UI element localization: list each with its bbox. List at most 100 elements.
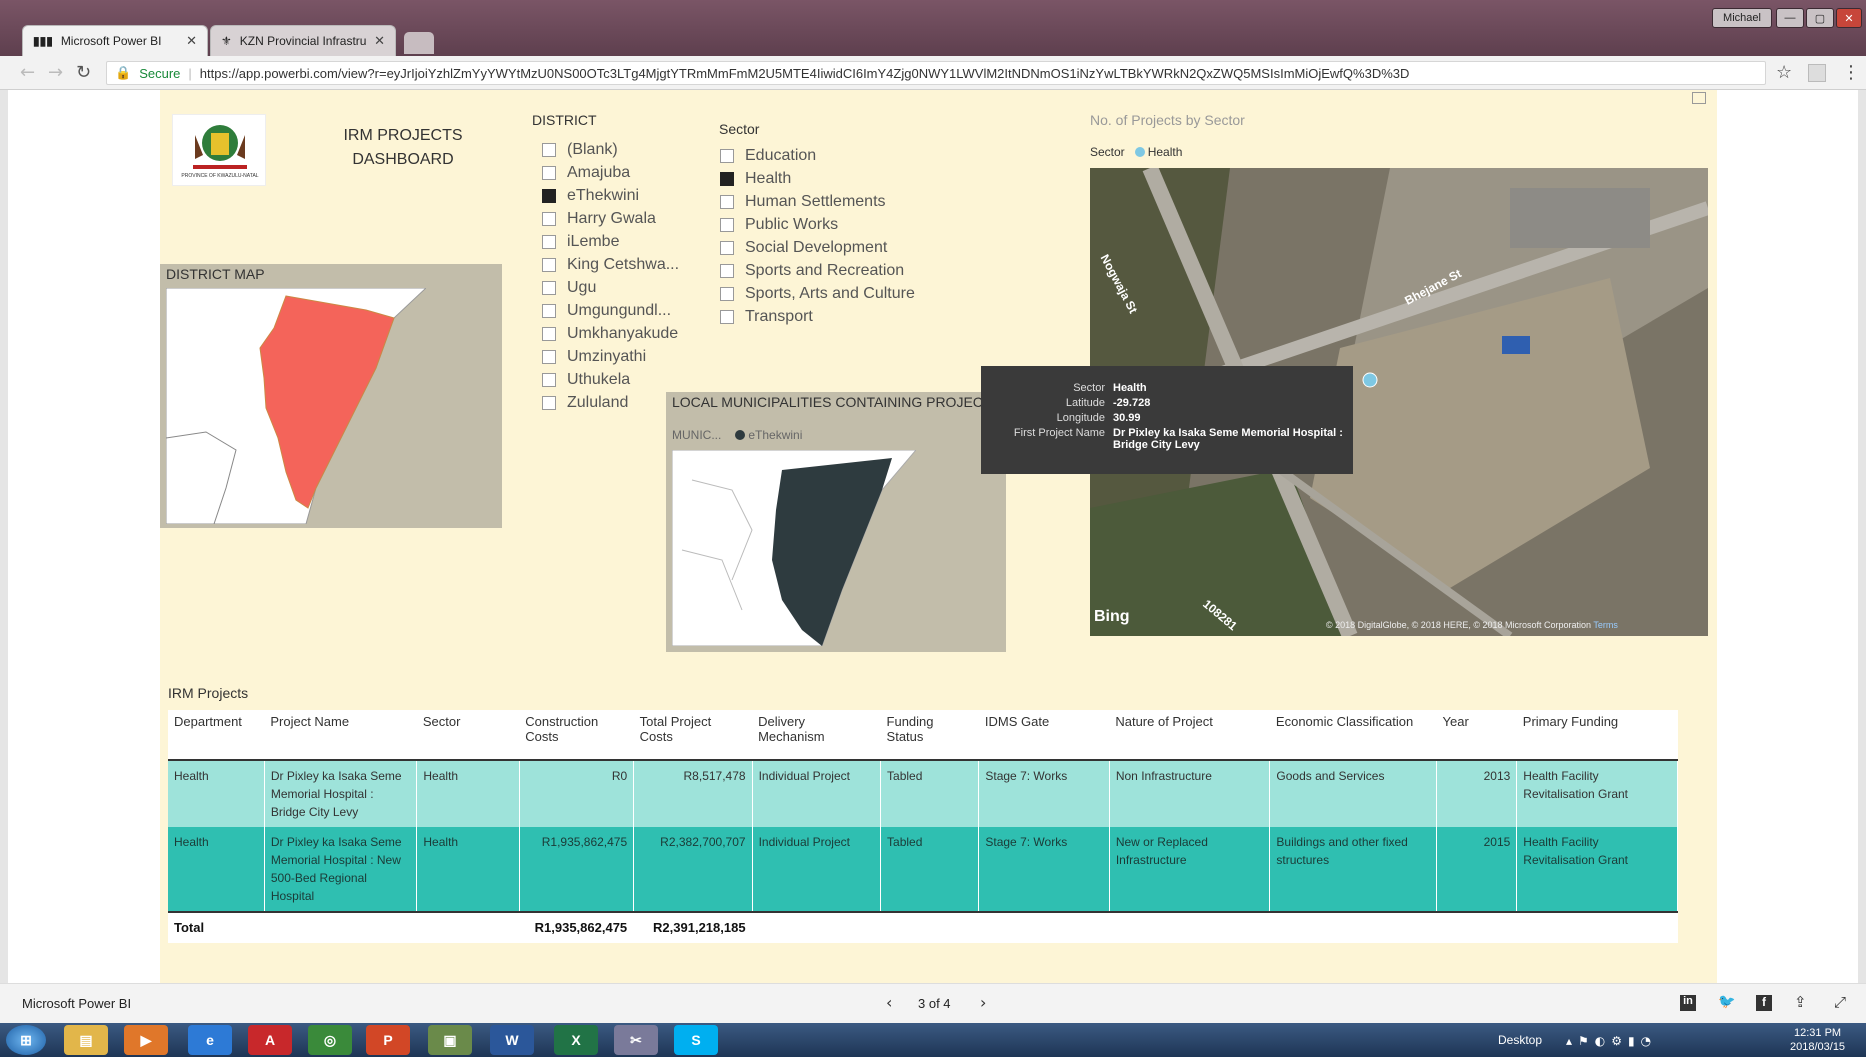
checkbox-icon[interactable]: [542, 165, 556, 180]
star-icon[interactable]: ☆: [1776, 62, 1792, 83]
focus-mode-icon[interactable]: [1692, 92, 1706, 104]
chrome-icon[interactable]: ◎: [308, 1025, 352, 1055]
tab-power-bi[interactable]: ▮▮▮ Microsoft Power BI ✕: [22, 25, 208, 56]
column-header[interactable]: Funding Status: [880, 710, 979, 761]
slicer-option-label: eThekwini: [567, 186, 640, 204]
checkbox-icon[interactable]: [542, 142, 556, 157]
word-icon[interactable]: W: [490, 1025, 534, 1055]
column-header[interactable]: Year: [1436, 710, 1517, 761]
checkbox-icon[interactable]: [720, 240, 734, 255]
checkbox-icon[interactable]: [720, 263, 734, 278]
close-icon[interactable]: ✕: [374, 33, 385, 49]
app-icon[interactable]: ▣: [428, 1025, 472, 1055]
checkbox-icon[interactable]: [720, 148, 734, 163]
checkbox-icon[interactable]: [542, 395, 556, 410]
column-header[interactable]: Nature of Project: [1109, 710, 1270, 761]
slicer-option[interactable]: Harry Gwala: [542, 207, 679, 230]
checkbox-icon[interactable]: [542, 211, 556, 226]
user-badge[interactable]: Michael: [1712, 8, 1772, 28]
column-header[interactable]: Delivery Mechanism: [752, 710, 881, 761]
municipality-map[interactable]: [672, 450, 916, 646]
slicer-option[interactable]: (Blank): [542, 138, 679, 161]
table-row[interactable]: Health Dr Pixley ka Isaka Seme Memorial H…: [168, 760, 1678, 827]
next-page-icon[interactable]: ›: [980, 993, 986, 1012]
menu-icon[interactable]: ⋮: [1842, 62, 1860, 83]
tab-kzn[interactable]: ⚜ KZN Provincial Infrastruc ✕: [210, 25, 396, 56]
checkbox-icon[interactable]: [720, 309, 734, 324]
district-map-visual[interactable]: DISTRICT MAP: [160, 264, 502, 528]
slicer-option[interactable]: Ugu: [542, 276, 679, 299]
slicer-option[interactable]: Amajuba: [542, 161, 679, 184]
slicer-option[interactable]: Zululand: [542, 391, 679, 414]
checkbox-icon[interactable]: [542, 234, 556, 249]
checkbox-icon[interactable]: [542, 349, 556, 364]
clock[interactable]: 12:31 PM 2018/03/15: [1790, 1026, 1845, 1054]
forward-icon[interactable]: →: [48, 62, 63, 83]
desktop-toolbar-label[interactable]: Desktop: [1498, 1033, 1542, 1047]
municipality-map-visual[interactable]: LOCAL MUNICIPALITIES CONTAINING PROJECTS…: [666, 392, 1006, 652]
start-button[interactable]: ⊞: [6, 1025, 46, 1055]
maximize-button[interactable]: ▢: [1806, 8, 1834, 28]
new-tab-button[interactable]: [404, 32, 434, 54]
slicer-option[interactable]: Umgungundl...: [542, 299, 679, 322]
slicer-option[interactable]: Health: [720, 167, 915, 190]
slicer-option[interactable]: iLembe: [542, 230, 679, 253]
share-icon[interactable]: ⇪: [1794, 993, 1807, 1011]
checkbox-icon[interactable]: [542, 372, 556, 387]
acrobat-icon[interactable]: A: [248, 1025, 292, 1055]
slicer-option[interactable]: eThekwini: [542, 184, 679, 207]
column-header[interactable]: Sector: [416, 710, 520, 761]
file-explorer-icon[interactable]: ▤: [64, 1025, 108, 1055]
checkbox-checked-icon[interactable]: [542, 188, 556, 203]
slicer-option[interactable]: Umkhanyakude: [542, 322, 679, 345]
terms-link[interactable]: Terms: [1593, 620, 1618, 630]
column-header[interactable]: Primary Funding: [1516, 710, 1678, 761]
checkbox-icon[interactable]: [720, 217, 734, 232]
checkbox-checked-icon[interactable]: [720, 171, 734, 186]
twitter-icon[interactable]: 🐦: [1718, 994, 1735, 1010]
table-row[interactable]: Health Dr Pixley ka Isaka Seme Memorial H…: [168, 827, 1678, 912]
previous-page-icon[interactable]: ‹: [886, 993, 892, 1012]
column-header[interactable]: Construction Costs: [519, 710, 634, 761]
slicer-option[interactable]: Social Development: [720, 236, 915, 259]
close-icon[interactable]: ✕: [186, 33, 197, 49]
minimize-button[interactable]: —: [1776, 8, 1804, 28]
checkbox-icon[interactable]: [720, 194, 734, 209]
facebook-icon[interactable]: f: [1756, 995, 1772, 1011]
checkbox-icon[interactable]: [720, 286, 734, 301]
column-header[interactable]: Economic Classification: [1269, 710, 1437, 761]
media-player-icon[interactable]: ▶: [124, 1025, 168, 1055]
tray-icons[interactable]: ▴⚑◐⚙▮◔: [1566, 1034, 1657, 1048]
tool-icon[interactable]: ✂: [614, 1025, 658, 1055]
slicer-option[interactable]: King Cetshwa...: [542, 253, 679, 276]
url-field[interactable]: 🔒 Secure | https://app.powerbi.com/view?…: [106, 61, 1766, 85]
slicer-option[interactable]: Uthukela: [542, 368, 679, 391]
column-header[interactable]: Project Name: [264, 710, 417, 761]
column-header[interactable]: IDMS Gate: [978, 710, 1110, 761]
checkbox-icon[interactable]: [542, 280, 556, 295]
close-window-button[interactable]: ✕: [1836, 8, 1862, 28]
fullscreen-icon[interactable]: ⤢: [1834, 993, 1846, 1011]
slicer-option[interactable]: Education: [720, 144, 915, 167]
district-map[interactable]: [166, 288, 426, 524]
health-project-marker[interactable]: [1362, 372, 1378, 388]
slicer-option[interactable]: Sports, Arts and Culture: [720, 282, 915, 305]
slicer-option[interactable]: Human Settlements: [720, 190, 915, 213]
checkbox-icon[interactable]: [542, 326, 556, 341]
slicer-option[interactable]: Public Works: [720, 213, 915, 236]
column-header[interactable]: Total Project Costs: [633, 710, 753, 761]
powerpoint-icon[interactable]: P: [366, 1025, 410, 1055]
checkbox-icon[interactable]: [542, 303, 556, 318]
slicer-option[interactable]: Transport: [720, 305, 915, 328]
linkedin-icon[interactable]: in: [1680, 995, 1696, 1011]
slicer-option[interactable]: Umzinyathi: [542, 345, 679, 368]
extension-icon[interactable]: [1808, 64, 1826, 82]
slicer-option[interactable]: Sports and Recreation: [720, 259, 915, 282]
checkbox-icon[interactable]: [542, 257, 556, 272]
excel-icon[interactable]: X: [554, 1025, 598, 1055]
internet-explorer-icon[interactable]: e: [188, 1025, 232, 1055]
column-header[interactable]: Department: [168, 710, 265, 761]
reload-icon[interactable]: ↻: [76, 62, 91, 83]
back-icon[interactable]: ←: [20, 62, 35, 83]
skype-icon[interactable]: S: [674, 1025, 718, 1055]
